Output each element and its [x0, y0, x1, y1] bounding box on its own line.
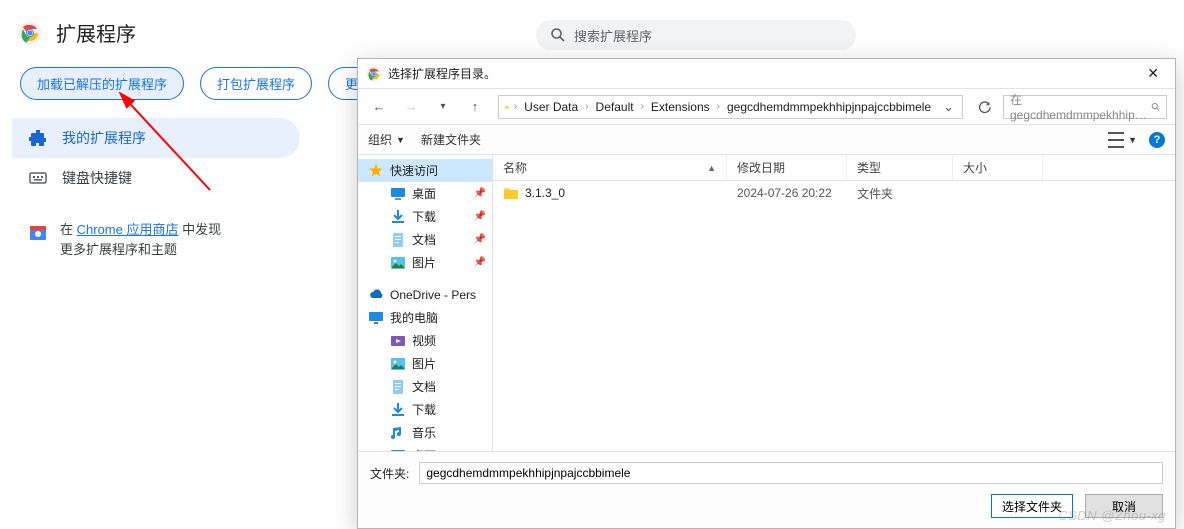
webstore-icon — [28, 222, 48, 242]
document-icon — [390, 232, 406, 248]
list-view-icon — [1108, 132, 1124, 148]
row-type: 文件夹 — [847, 185, 953, 202]
file-list: 名称▲ 修改日期 类型 大小 3.1.3_0 2024-07-26 20:22 … — [493, 155, 1175, 451]
star-icon — [368, 163, 384, 179]
pin-icon: 📌 — [474, 257, 486, 268]
download-icon — [390, 402, 406, 418]
search-wrap: 搜索扩展程序 — [536, 20, 856, 50]
tree-desktop[interactable]: 桌面📌 — [380, 182, 492, 205]
pack-extension-button[interactable]: 打包扩展程序 — [200, 67, 312, 100]
tree-pictures[interactable]: 图片📌 — [380, 251, 492, 274]
select-folder-button[interactable]: 选择文件夹 — [991, 494, 1073, 518]
rows: 3.1.3_0 2024-07-26 20:22 文件夹 — [493, 181, 1175, 451]
music-icon — [390, 425, 406, 441]
organize-button[interactable]: 组织 ▼ — [368, 131, 405, 148]
folder-icon — [505, 98, 509, 116]
view-button[interactable]: ▼ — [1108, 132, 1137, 148]
search-icon — [550, 27, 566, 43]
row-name: 3.1.3_0 — [525, 186, 565, 200]
new-folder-button[interactable]: 新建文件夹 — [421, 131, 481, 148]
dialog-titlebar: 选择扩展程序目录。 ✕ — [358, 59, 1175, 89]
recent-dropdown[interactable]: ▾ — [430, 95, 456, 119]
col-type[interactable]: 类型 — [847, 155, 953, 180]
tree-music[interactable]: 音乐 — [380, 421, 492, 444]
breadcrumb-seg[interactable]: gegcdhemdmmpekhhipjnpajccbbimele — [721, 100, 937, 114]
chevron-down-icon[interactable]: ⌄ — [937, 99, 960, 115]
help-icon[interactable]: ? — [1149, 132, 1165, 148]
pin-icon: 📌 — [474, 211, 486, 222]
tree-documents[interactable]: 文档📌 — [380, 228, 492, 251]
chrome-logo-icon — [18, 21, 42, 45]
table-row[interactable]: 3.1.3_0 2024-07-26 20:22 文件夹 — [493, 181, 1175, 205]
nav-label: 我的扩展程序 — [62, 128, 146, 148]
search-input[interactable]: 搜索扩展程序 — [536, 20, 856, 50]
desktop-icon — [390, 186, 406, 202]
cloud-icon — [368, 287, 384, 303]
pin-icon: 📌 — [474, 234, 486, 245]
nav-shortcuts[interactable]: 键盘快捷键 — [12, 158, 300, 198]
back-button[interactable]: ← — [366, 95, 392, 119]
folder-icon — [503, 185, 519, 201]
folder-picker-dialog: 选择扩展程序目录。 ✕ ← → ▾ ↑ › User Data › Defaul… — [357, 58, 1176, 529]
dialog-body: 快速访问 桌面📌 下载📌 文档📌 图片📌 OneDrive - Pers 我的电… — [358, 155, 1175, 451]
tree-desktop2[interactable]: 桌面 — [380, 444, 492, 451]
tree-onedrive[interactable]: OneDrive - Pers — [358, 284, 492, 306]
tree-documents2[interactable]: 文档 — [380, 375, 492, 398]
nav-tree: 快速访问 桌面📌 下载📌 文档📌 图片📌 OneDrive - Pers 我的电… — [358, 155, 493, 451]
breadcrumb-bar[interactable]: › User Data › Default › Extensions › geg… — [498, 95, 963, 119]
pin-icon: 📌 — [474, 188, 486, 199]
document-icon — [390, 379, 406, 395]
download-icon — [390, 209, 406, 225]
dialog-title: 选择扩展程序目录。 — [388, 65, 496, 82]
pictures-icon — [390, 356, 406, 372]
breadcrumb-seg[interactable]: User Data — [518, 100, 584, 114]
folder-input[interactable] — [419, 462, 1163, 484]
keyboard-icon — [28, 168, 48, 188]
chrome-logo-icon — [366, 66, 382, 82]
col-size[interactable]: 大小 — [953, 155, 1043, 180]
tree-videos[interactable]: 视频 — [380, 329, 492, 352]
close-button[interactable]: ✕ — [1139, 63, 1167, 84]
breadcrumb-seg[interactable]: Default — [590, 100, 640, 114]
pc-icon — [368, 310, 384, 326]
store-text: 在 — [60, 222, 77, 237]
pictures-icon — [390, 255, 406, 271]
tree-downloads2[interactable]: 下载 — [380, 398, 492, 421]
tree-pictures2[interactable]: 图片 — [380, 352, 492, 375]
webstore-promo: 在 Chrome 应用商店 中发现 更多扩展程序和主题 — [12, 198, 300, 259]
tree-this-pc[interactable]: 我的电脑 — [358, 306, 492, 329]
row-date: 2024-07-26 20:22 — [727, 186, 847, 200]
sort-caret-icon: ▲ — [707, 163, 716, 173]
search-placeholder: 在 gegcdhemdmmpekhhip… — [1010, 91, 1147, 122]
folder-field-row: 文件夹: — [370, 462, 1163, 484]
dialog-nav-bar: ← → ▾ ↑ › User Data › Default › Extensio… — [358, 89, 1175, 125]
search-placeholder: 搜索扩展程序 — [574, 26, 652, 45]
forward-button[interactable]: → — [398, 95, 424, 119]
dialog-footer: 文件夹: 选择文件夹 取消 — [358, 451, 1175, 528]
tree-quick-access[interactable]: 快速访问 — [358, 159, 492, 182]
store-text: 中发现 — [178, 222, 221, 237]
page-title: 扩展程序 — [56, 18, 136, 47]
nav-label: 键盘快捷键 — [62, 168, 132, 188]
sidebar: 我的扩展程序 键盘快捷键 在 Chrome 应用商店 中发现 更多扩展程序和主题 — [0, 118, 300, 259]
chrome-webstore-link[interactable]: Chrome 应用商店 — [77, 222, 179, 237]
dialog-toolbar: 组织 ▼ 新建文件夹 ▼ ? — [358, 125, 1175, 155]
cancel-button[interactable]: 取消 — [1085, 494, 1163, 518]
column-headers: 名称▲ 修改日期 类型 大小 — [493, 155, 1175, 181]
nav-my-extensions[interactable]: 我的扩展程序 — [12, 118, 300, 158]
refresh-button[interactable] — [973, 95, 997, 119]
tree-downloads[interactable]: 下载📌 — [380, 205, 492, 228]
dialog-search-input[interactable]: 在 gegcdhemdmmpekhhip… — [1003, 95, 1167, 119]
load-unpacked-button[interactable]: 加载已解压的扩展程序 — [20, 67, 184, 100]
search-icon — [1151, 101, 1160, 113]
extension-icon — [28, 128, 48, 148]
up-button[interactable]: ↑ — [462, 95, 488, 119]
breadcrumb-seg[interactable]: Extensions — [645, 100, 716, 114]
video-icon — [390, 333, 406, 349]
col-date[interactable]: 修改日期 — [727, 155, 847, 180]
folder-label: 文件夹: — [370, 465, 409, 482]
store-text: 更多扩展程序和主题 — [60, 242, 177, 257]
col-name[interactable]: 名称▲ — [493, 155, 727, 180]
